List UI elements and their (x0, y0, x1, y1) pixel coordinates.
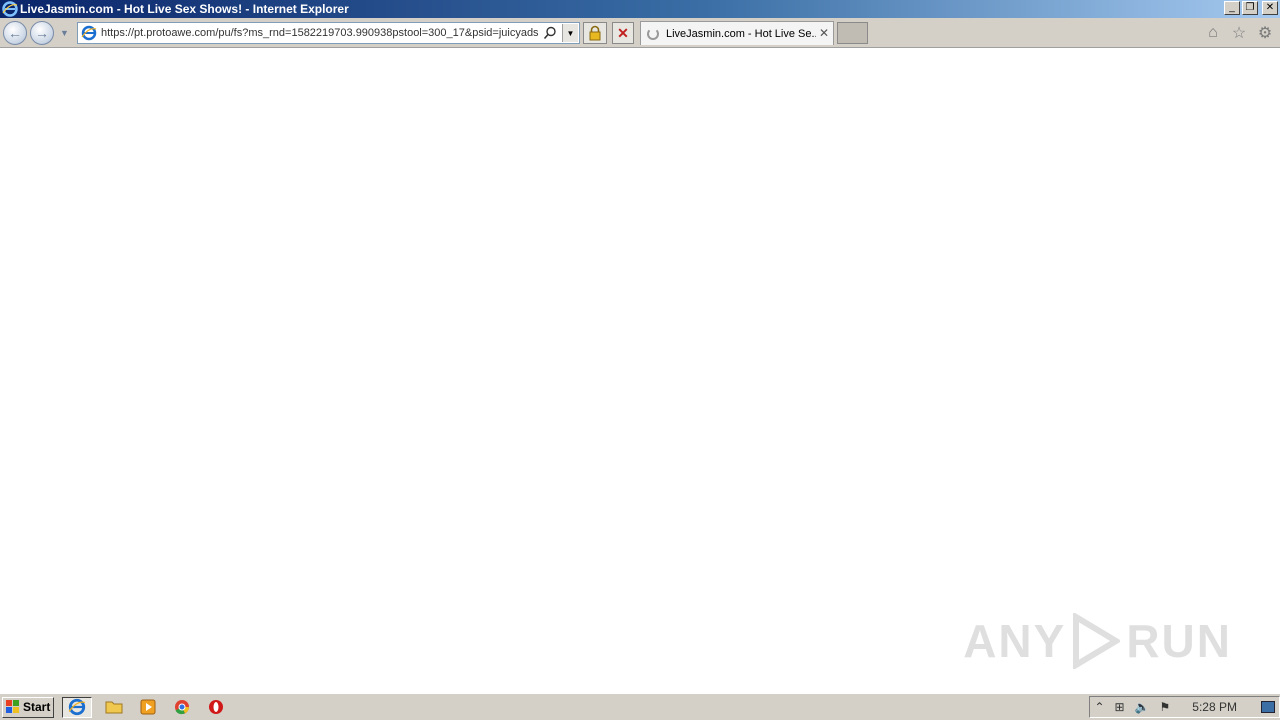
browser-tools: ⌂ ☆ ⚙ (1204, 24, 1274, 42)
lock-icon (589, 25, 601, 41)
windows-flag-icon (6, 700, 20, 714)
address-bar[interactable]: https://pt.protoawe.com/pu/fs?ms_rnd=158… (77, 22, 580, 44)
forward-button[interactable]: → (30, 21, 54, 45)
watermark-text-right: RUN (1126, 615, 1232, 667)
start-label: Start (23, 700, 51, 714)
back-arrow-icon: ← (8, 25, 22, 41)
clock[interactable]: 5:28 PM (1192, 700, 1237, 714)
ie-logo-icon (2, 1, 18, 17)
new-tab-button[interactable] (837, 22, 868, 44)
tab-livejasmin[interactable]: LiveJasmin.com - Hot Live Se... ✕ (640, 21, 834, 45)
gear-icon[interactable]: ⚙ (1256, 24, 1274, 42)
page-content: ANY RUN (0, 48, 1280, 693)
minimize-button[interactable]: _ (1224, 1, 1240, 15)
search-icon[interactable] (543, 26, 557, 40)
history-dropdown-icon[interactable]: ▼ (60, 28, 69, 38)
taskbar: Start ⌃ ⊞ 🔈 ⚑ 5:28 PM (0, 693, 1280, 720)
taskbar-ie-icon[interactable] (62, 696, 92, 718)
window-controls: _ ❐ ✕ (1224, 1, 1278, 15)
system-tray: ⌃ ⊞ 🔈 ⚑ 5:28 PM (1089, 696, 1280, 718)
show-desktop-button[interactable] (1261, 701, 1275, 713)
play-triangle-icon (1073, 613, 1121, 669)
watermark-text-left: ANY (963, 615, 1067, 667)
tray-expand-icon[interactable]: ⌃ (1094, 700, 1104, 714)
title-bar: LiveJasmin.com - Hot Live Sex Shows! - I… (0, 0, 1280, 18)
anyrun-watermark: ANY RUN (963, 613, 1232, 669)
start-button[interactable]: Start (2, 696, 54, 718)
back-button[interactable]: ← (3, 21, 27, 45)
taskbar-chrome-icon[interactable] (170, 697, 194, 718)
favorites-star-icon[interactable]: ☆ (1230, 24, 1248, 42)
network-icon[interactable]: ⊞ (1115, 700, 1125, 714)
taskbar-apps (62, 696, 228, 718)
loading-spinner-icon (647, 27, 659, 40)
navigation-bar: ← → ▼ https://pt.protoawe.com/pu/fs?ms_r… (0, 18, 1280, 48)
security-lock-button[interactable] (583, 22, 607, 44)
tab-close-icon[interactable]: ✕ (819, 26, 829, 40)
address-dropdown-icon[interactable]: ▼ (562, 24, 578, 42)
window-title: LiveJasmin.com - Hot Live Sex Shows! - I… (20, 2, 349, 16)
restore-button[interactable]: ❐ (1242, 1, 1258, 15)
close-window-button[interactable]: ✕ (1262, 1, 1278, 15)
tab-label: LiveJasmin.com - Hot Live Se... (666, 27, 816, 40)
forward-arrow-icon: → (35, 25, 49, 41)
action-center-flag-icon[interactable]: ⚑ (1160, 700, 1171, 714)
taskbar-opera-icon[interactable] (204, 697, 228, 718)
volume-icon[interactable]: 🔈 (1135, 700, 1150, 714)
taskbar-media-player-icon[interactable] (136, 697, 160, 718)
address-url[interactable]: https://pt.protoawe.com/pu/fs?ms_rnd=158… (101, 27, 545, 39)
taskbar-folder-icon[interactable] (102, 697, 126, 718)
page-ie-icon (81, 25, 97, 41)
stop-button[interactable]: ✕ (612, 22, 634, 44)
home-icon[interactable]: ⌂ (1204, 24, 1222, 42)
